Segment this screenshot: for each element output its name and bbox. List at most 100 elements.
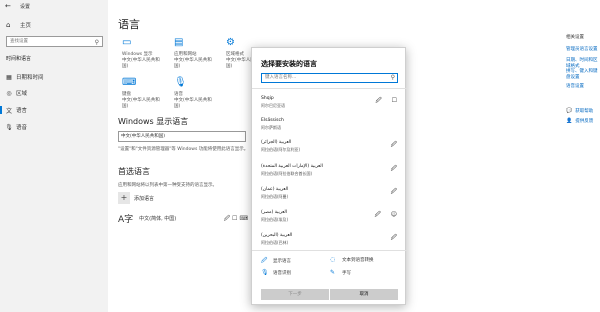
legend-handwriting: ✎ 手写 xyxy=(330,269,351,276)
search-icon: ⚲ xyxy=(94,39,99,46)
add-language-label: 添加语言 xyxy=(134,195,155,202)
legend-label: 显示语言 xyxy=(273,259,291,264)
sidebar-item-label: 语音 xyxy=(16,125,28,131)
display-language-desc: "设置"和"文件资源管理器"等 Windows 功能将使用此语言显示。 xyxy=(118,147,249,152)
legend-label: 手写 xyxy=(342,270,351,276)
give-feedback-link[interactable]: 👤 提供反馈 xyxy=(566,118,593,124)
language-option[interactable]: العربية (البحرين) 阿拉伯语(巴林) 🖉 xyxy=(261,233,401,246)
language-local-name: 阿拉伯语(阿拉伯联合酋长国) xyxy=(261,171,313,176)
microphone-icon: 🎙 xyxy=(5,123,13,131)
language-option[interactable]: العربية (الجزائر) 阿拉伯语(阿尔及利亚) 🖉 xyxy=(261,140,401,153)
feedback-icon: 👤 xyxy=(566,118,573,124)
tile-value: 中文(中华人民共和国) xyxy=(174,58,212,69)
home-icon: ⌂ xyxy=(6,21,11,29)
settings-search-input[interactable]: 查找设置 ⚲ xyxy=(6,36,103,47)
language-native-name: العربية (الإمارات العربية المتحدة) xyxy=(261,164,323,169)
preferred-languages-heading: 首选语言 xyxy=(118,167,150,176)
language-local-name: 阿拉伯语(阿尔及利亚) xyxy=(261,147,301,152)
display-language-heading: Windows 显示语言 xyxy=(118,117,189,126)
legend-label: 语音识别 xyxy=(273,270,291,276)
sidebar-item-label: 语言 xyxy=(16,108,28,114)
tile-windows-display[interactable]: ▭ Windows 显示 中文(中华人民共和国) xyxy=(122,37,160,70)
language-feature-icons: 🖉 ☐ xyxy=(375,97,401,104)
sidebar-item-language[interactable]: 文 语言 xyxy=(0,103,108,117)
tile-apps-websites[interactable]: ▤ 应用和网站 中文(中华人民共和国) xyxy=(174,38,212,70)
window-title: 设置 xyxy=(20,4,31,10)
give-feedback-label: 提供反馈 xyxy=(575,119,594,124)
back-icon[interactable]: ← xyxy=(5,2,11,10)
sidebar-item-speech[interactable]: 🎙 语音 xyxy=(0,120,108,134)
language-glyph-icon: A字 xyxy=(118,215,134,225)
title-bar: ← 设置 xyxy=(0,0,108,12)
preferred-languages-desc: 应用和网站将以列表中第一种受支持的语言显示。 xyxy=(118,183,217,188)
language-native-name: العربية (الجزائر) xyxy=(261,140,292,145)
sidebar-item-label: 区域 xyxy=(16,91,28,97)
tile-speech[interactable]: 🎙 语音 中文(中华人民共和国) xyxy=(174,77,212,110)
sidebar-item-region[interactable]: ◎ 区域 xyxy=(0,86,108,100)
add-language-button[interactable]: + 添加语言 xyxy=(118,192,154,204)
search-icon: ⚲ xyxy=(390,74,395,81)
divider xyxy=(252,88,407,89)
language-feature-icons: 🖉 xyxy=(390,165,401,172)
language-icon: 文 xyxy=(5,107,12,115)
handwriting-icon: ✎ xyxy=(330,269,336,276)
language-feature-icons: 🖉 xyxy=(390,141,401,148)
language-feature-icons: 🖉 xyxy=(390,234,401,241)
monitor-icon: ▭ xyxy=(122,37,132,48)
display-language-icon: 🖉 xyxy=(261,257,268,264)
language-option[interactable]: Shqip 阿尔巴尼亚语 🖉 ☐ xyxy=(261,96,401,109)
tile-value: 中文(中华人民共和国) xyxy=(122,98,160,109)
sidebar-section-title: 时间和语言 xyxy=(6,56,32,62)
display-language-select[interactable]: 中文(中华人民共和国) xyxy=(118,131,246,142)
language-feature-icons: 🖉 ☺ xyxy=(374,211,401,218)
language-option[interactable]: Elsässisch 阿尔萨斯语 xyxy=(261,118,401,131)
language-option[interactable]: العربية (عمان) 阿拉伯语(阿曼) 🖉 xyxy=(261,187,401,200)
language-native-name: العربية (البحرين) xyxy=(261,233,293,238)
divider xyxy=(252,250,407,251)
tile-value: 中文(中华人民共和国) xyxy=(174,98,212,109)
link-spelling-typing[interactable]: 拼写、键入和键盘设置 xyxy=(566,68,600,80)
plus-icon: + xyxy=(118,192,130,204)
language-native-name: Elsässisch xyxy=(261,118,284,123)
dialog-title: 选择要安装的语言 xyxy=(261,60,317,68)
language-name: 中文(简体, 中国) xyxy=(139,216,177,222)
language-option[interactable]: العربية (الإمارات العربية المتحدة) 阿拉伯语(… xyxy=(261,164,401,177)
link-speech-settings[interactable]: 语音设置 xyxy=(566,83,584,89)
sidebar-item-date-time[interactable]: ▦ 日期和时间 xyxy=(0,70,108,84)
language-capability-icons: 🖉 ☐ ⌨ xyxy=(223,214,248,222)
get-help-link[interactable]: 💬 获取帮助 xyxy=(566,108,593,114)
calendar-icon: ▦ xyxy=(6,73,12,81)
selection-indicator xyxy=(0,106,2,114)
language-option[interactable]: العربية (مصر) 阿拉伯语(埃及) 🖉 ☺ xyxy=(261,210,401,223)
link-admin-language[interactable]: 管理员语言设置 xyxy=(566,46,598,52)
next-button[interactable]: 下一步 xyxy=(261,289,329,300)
get-help-label: 获取帮助 xyxy=(575,109,594,114)
preferred-language-row[interactable]: A字 中文(简体, 中国) 🖉 ☐ ⌨ xyxy=(118,212,248,226)
speech-recognition-icon: 🎙 xyxy=(261,269,269,276)
tile-keyboard[interactable]: ⌨ 键盘 中文(中华人民共和国) xyxy=(122,77,160,110)
legend-text-to-speech: ◌ 文本到语音转换 xyxy=(330,256,374,263)
legend-display-language: 🖉 显示语言 xyxy=(261,256,291,266)
keyboard-icon: ⌨ xyxy=(122,77,137,88)
language-local-name: 阿拉伯语(巴林) xyxy=(261,240,289,245)
legend-speech-recognition: 🎙 语音识别 xyxy=(261,269,291,276)
language-local-name: 阿拉伯语(阿曼) xyxy=(261,194,289,199)
choose-language-dialog: 选择要安装的语言 键入语言名称... ⚲ Shqip 阿尔巴尼亚语 🖉 ☐ El… xyxy=(251,47,407,305)
language-search-input[interactable]: 键入语言名称... ⚲ xyxy=(261,73,398,83)
display-language-value: 中文(中华人民共和国) xyxy=(121,134,166,139)
globe-icon: ◎ xyxy=(6,89,12,97)
home-label: 主页 xyxy=(20,23,32,29)
tile-value: 中文(中华人民共和国) xyxy=(122,58,160,69)
page-title: 语言 xyxy=(118,18,140,31)
sidebar: ← 设置 ⌂ 主页 查找设置 ⚲ 时间和语言 ▦ 日期和时间 ◎ 区域 文 语言… xyxy=(0,0,108,312)
search-placeholder: 查找设置 xyxy=(10,39,28,44)
home-link[interactable]: ⌂ 主页 xyxy=(6,20,102,30)
sidebar-item-label: 日期和时间 xyxy=(16,75,44,81)
text-to-speech-icon: ◌ xyxy=(330,256,336,263)
language-native-name: العربية (عمان) xyxy=(261,187,289,192)
legend-label: 文本到语音转换 xyxy=(342,257,374,263)
language-search-placeholder: 键入语言名称... xyxy=(265,75,297,80)
language-feature-icons: 🖉 xyxy=(390,188,401,195)
microphone-icon: 🎙 xyxy=(174,77,187,88)
cancel-button[interactable]: 取消 xyxy=(330,289,398,300)
